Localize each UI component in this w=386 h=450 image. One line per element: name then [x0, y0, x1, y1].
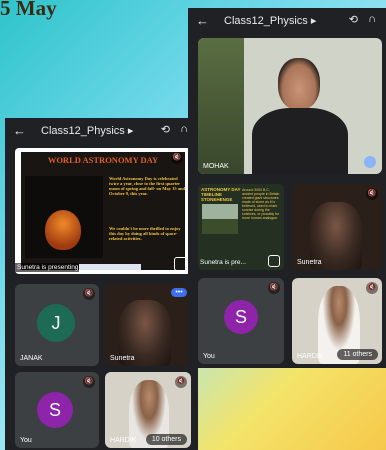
mic-off-icon: 🔇	[83, 288, 95, 300]
mic-on-icon	[364, 156, 376, 168]
mic-off-icon: 🔇	[171, 152, 183, 164]
participant-tile-sunetra[interactable]: ••• Sunetra	[105, 284, 191, 366]
back-arrow-icon[interactable]: ←	[13, 123, 26, 138]
meet-window-right: ← Class12_Physics ▸ ⟲ ∩ MOHAK ASTRONOMY …	[188, 8, 386, 368]
participant-tile-janak[interactable]: 🔇 J JANAK	[15, 284, 99, 366]
headphones-icon[interactable]: ∩	[180, 123, 188, 135]
slide-text-1: World Astronomy Day is celebrated twice …	[109, 176, 186, 196]
slide-text: Around 3000 B.C. ancient people in Brita…	[242, 188, 280, 220]
mic-off-icon: 🔇	[175, 376, 187, 388]
mic-off-icon: 🔇	[366, 188, 378, 200]
speaking-indicator-icon: •••	[171, 288, 187, 297]
stonehenge-image	[202, 204, 238, 234]
headphones-icon[interactable]: ∩	[368, 13, 376, 25]
camera-flip-icon[interactable]: ⟲	[161, 123, 170, 136]
participant-name: HARDIK	[297, 353, 324, 360]
background-date-text: 5 May	[0, 0, 57, 20]
others-count-badge[interactable]: 11 others	[337, 349, 378, 360]
participant-avatar: S	[37, 392, 73, 428]
presenter-caption: Sunetra is pre...	[200, 259, 246, 266]
meet-top-bar: ← Class12_Physics ▸ ⟲ ∩	[188, 8, 386, 34]
back-arrow-icon[interactable]: ←	[196, 13, 209, 28]
participant-name: MOHAK	[203, 163, 229, 170]
mic-off-icon: 🔇	[83, 376, 95, 388]
meet-window-left: ← Class12_Physics ▸ ⟲ ∩ WORLD ASTRONOMY …	[5, 118, 198, 450]
participant-tile-sunetra[interactable]: 🔇 Sunetra	[292, 184, 382, 270]
participant-tile-you[interactable]: 🔇 S You	[15, 372, 99, 448]
participant-name: You	[203, 353, 215, 360]
fullscreen-icon[interactable]	[268, 255, 280, 267]
participant-name: You	[20, 437, 32, 444]
participant-name: JANAK	[20, 355, 43, 362]
participant-tile-hardik[interactable]: 🔇 HARDIK 10 others	[105, 372, 191, 448]
slide-title: ASTRONOMY DAY TIMELINE STONEHENGE	[201, 187, 241, 202]
others-count-badge[interactable]: 10 others	[145, 434, 187, 445]
meeting-title[interactable]: Class12_Physics ▸	[224, 14, 316, 27]
main-speaker-video[interactable]: MOHAK	[198, 38, 382, 174]
slide-text-2: We couldn't be more thrilled to enjoy th…	[109, 226, 181, 241]
participant-tile-hardik[interactable]: 🔇 HARDIK 11 others	[292, 278, 382, 364]
meeting-title[interactable]: Class12_Physics ▸	[41, 124, 133, 137]
participant-tile-you[interactable]: 🔇 S You	[198, 278, 284, 364]
speaker-shirt	[252, 108, 348, 174]
fullscreen-icon[interactable]	[174, 257, 188, 271]
presentation-thumbnail[interactable]: ASTRONOMY DAY TIMELINE STONEHENGE Around…	[198, 184, 284, 270]
participant-name: Sunetra	[110, 355, 135, 362]
participant-avatar: J	[37, 304, 75, 342]
speaker-head	[278, 58, 320, 110]
presentation-slide[interactable]: WORLD ASTRONOMY DAY World Astronomy Day …	[15, 148, 191, 274]
slide-control-bar[interactable]	[79, 264, 141, 270]
participant-avatar: S	[224, 300, 258, 334]
speaker-background	[198, 38, 244, 174]
presenter-caption: Sunetra is presenting	[15, 263, 79, 272]
mic-off-icon: 🔇	[366, 282, 378, 294]
slide-title: WORLD ASTRONOMY DAY	[47, 155, 159, 165]
meet-top-bar: ← Class12_Physics ▸ ⟲ ∩	[5, 118, 198, 144]
slide-planet-image	[25, 176, 103, 258]
mic-off-icon: 🔇	[268, 282, 280, 294]
participant-name: HARDIK	[110, 437, 137, 444]
camera-flip-icon[interactable]: ⟲	[349, 13, 358, 26]
participant-name: Sunetra	[297, 259, 322, 266]
